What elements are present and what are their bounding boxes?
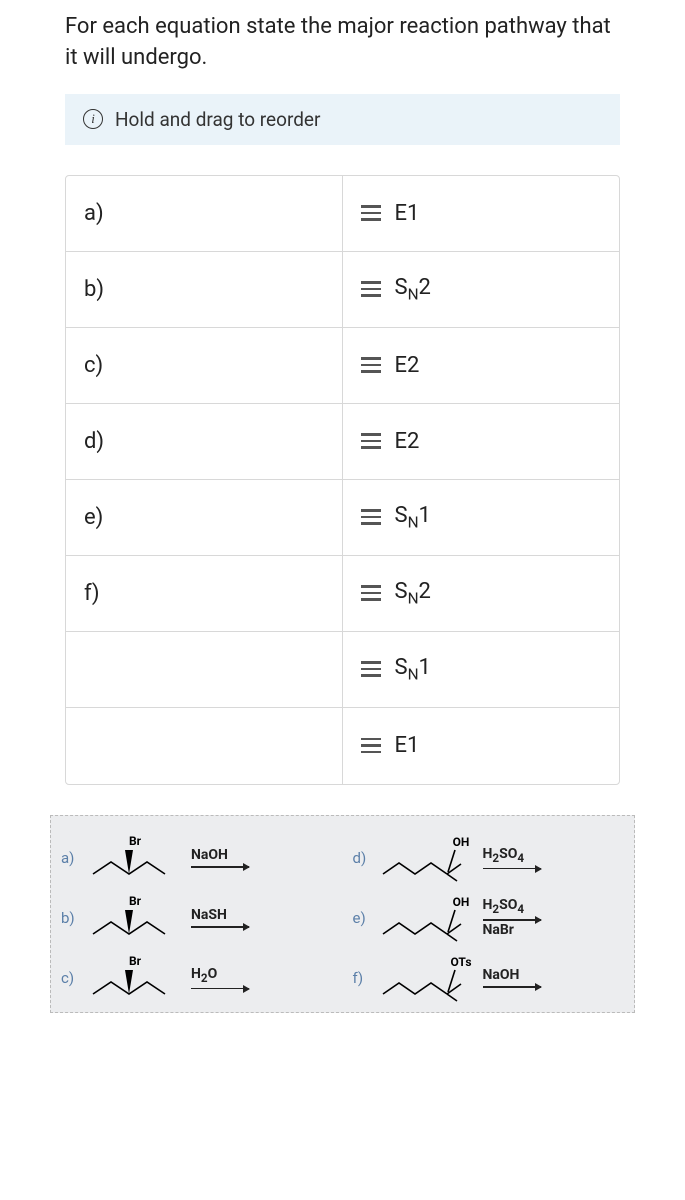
drag-handle-icon[interactable] — [361, 357, 381, 373]
instruction-text: Hold and drag to reorder — [115, 108, 320, 131]
prompt-cell: c) — [66, 328, 343, 403]
svg-text:Br: Br — [129, 954, 142, 968]
reaction-item: c) Br H2O — [61, 954, 333, 1002]
prompt-cell — [66, 708, 343, 784]
reaction-arrow-icon — [191, 926, 249, 928]
drag-handle-icon[interactable] — [361, 509, 381, 525]
structure-diagram: Br — [85, 954, 185, 1002]
svg-text:OH: OH — [452, 895, 469, 909]
reaction-label: b) — [61, 909, 79, 927]
instruction-banner: i Hold and drag to reorder — [65, 94, 620, 145]
answer-label: SN1 — [395, 503, 431, 531]
prompt-cell — [66, 632, 343, 707]
answer-label: SN1 — [395, 655, 431, 683]
reagent-text: NaOH — [483, 967, 520, 983]
svg-text:OH: OH — [452, 835, 469, 849]
structure-diagram: OTs — [377, 954, 477, 1002]
match-row[interactable]: a) E1 — [66, 176, 619, 252]
prompt-cell: a) — [66, 176, 343, 251]
match-row[interactable]: c) E2 — [66, 328, 619, 404]
answer-cell[interactable]: E1 — [343, 708, 620, 784]
reagent-arrow: H2O — [191, 966, 249, 989]
reagent-arrow: H2SO4 NaBr — [483, 897, 541, 937]
answer-label: E1 — [395, 733, 420, 758]
answer-label: E2 — [395, 353, 420, 378]
answer-label: SN2 — [395, 275, 431, 303]
reaction-arrow-icon — [483, 919, 541, 921]
reaction-item: b) Br NaSH — [61, 894, 333, 942]
answer-label: E2 — [395, 429, 420, 454]
reagent-text: NaBr — [483, 922, 514, 938]
answer-cell[interactable]: E2 — [343, 404, 620, 479]
match-row[interactable]: d) E2 — [66, 404, 619, 480]
structure-diagram: Br — [85, 834, 185, 882]
match-row[interactable]: e) SN1 — [66, 480, 619, 556]
answer-cell[interactable]: SN1 — [343, 632, 620, 707]
structure-diagram: Br — [85, 894, 185, 942]
reagent-text: NaOH — [191, 847, 228, 863]
reaction-label: d) — [353, 849, 371, 867]
answer-cell[interactable]: E1 — [343, 176, 620, 251]
structure-diagram: OH — [377, 894, 477, 942]
prompt-cell: f) — [66, 556, 343, 631]
reaction-label: f) — [353, 969, 371, 987]
prompt-cell: e) — [66, 480, 343, 555]
match-row[interactable]: E1 — [66, 708, 619, 784]
reaction-arrow-icon — [483, 868, 541, 870]
drag-handle-icon[interactable] — [361, 205, 381, 221]
drag-handle-icon[interactable] — [361, 661, 381, 677]
prompt-cell: d) — [66, 404, 343, 479]
match-row[interactable]: b) SN2 — [66, 252, 619, 328]
answer-label: E1 — [395, 201, 420, 226]
reaction-arrow-icon — [191, 866, 249, 868]
drag-handle-icon[interactable] — [361, 585, 381, 601]
reagent-text: H2SO4 — [483, 897, 525, 916]
reagent-arrow: H2SO4 — [483, 846, 541, 869]
answer-cell[interactable]: SN2 — [343, 252, 620, 327]
question-text: For each equation state the major reacti… — [65, 12, 620, 74]
reagent-text: H2O — [191, 966, 217, 985]
reaction-arrow-icon — [483, 986, 541, 988]
reagent-arrow: NaOH — [191, 847, 249, 868]
reaction-item: a) Br NaOH — [61, 834, 333, 882]
reaction-item: d) OH H2SO4 — [353, 834, 625, 882]
reaction-label: c) — [61, 969, 79, 987]
reactions-panel: a) Br NaOH d) OH H2SO4 b) Br NaSH e) OH H2S… — [50, 815, 635, 1013]
drag-handle-icon[interactable] — [361, 281, 381, 297]
structure-diagram: OH — [377, 834, 477, 882]
reaction-label: a) — [61, 849, 79, 867]
reagent-text: NaSH — [191, 907, 227, 923]
reaction-label: e) — [353, 909, 371, 927]
reagent-text: H2SO4 — [483, 846, 525, 865]
match-table: a) E1 b) SN2 c) E2 d) E2 e) SN1 f) SN2 SN1 E1 — [65, 175, 620, 785]
reagent-arrow: NaOH — [483, 967, 541, 988]
match-row[interactable]: f) SN2 — [66, 556, 619, 632]
answer-cell[interactable]: SN1 — [343, 480, 620, 555]
svg-text:OTs: OTs — [450, 955, 471, 969]
answer-cell[interactable]: SN2 — [343, 556, 620, 631]
info-icon: i — [83, 109, 103, 129]
answer-cell[interactable]: E2 — [343, 328, 620, 403]
reagent-arrow: NaSH — [191, 907, 249, 928]
match-row[interactable]: SN1 — [66, 632, 619, 708]
prompt-cell: b) — [66, 252, 343, 327]
reaction-item: e) OH H2SO4 NaBr — [353, 894, 625, 942]
drag-handle-icon[interactable] — [361, 738, 381, 754]
reaction-item: f) OTs NaOH — [353, 954, 625, 1002]
drag-handle-icon[interactable] — [361, 433, 381, 449]
svg-text:Br: Br — [129, 894, 142, 908]
reaction-arrow-icon — [191, 988, 249, 990]
answer-label: SN2 — [395, 579, 431, 607]
svg-text:Br: Br — [129, 834, 142, 848]
